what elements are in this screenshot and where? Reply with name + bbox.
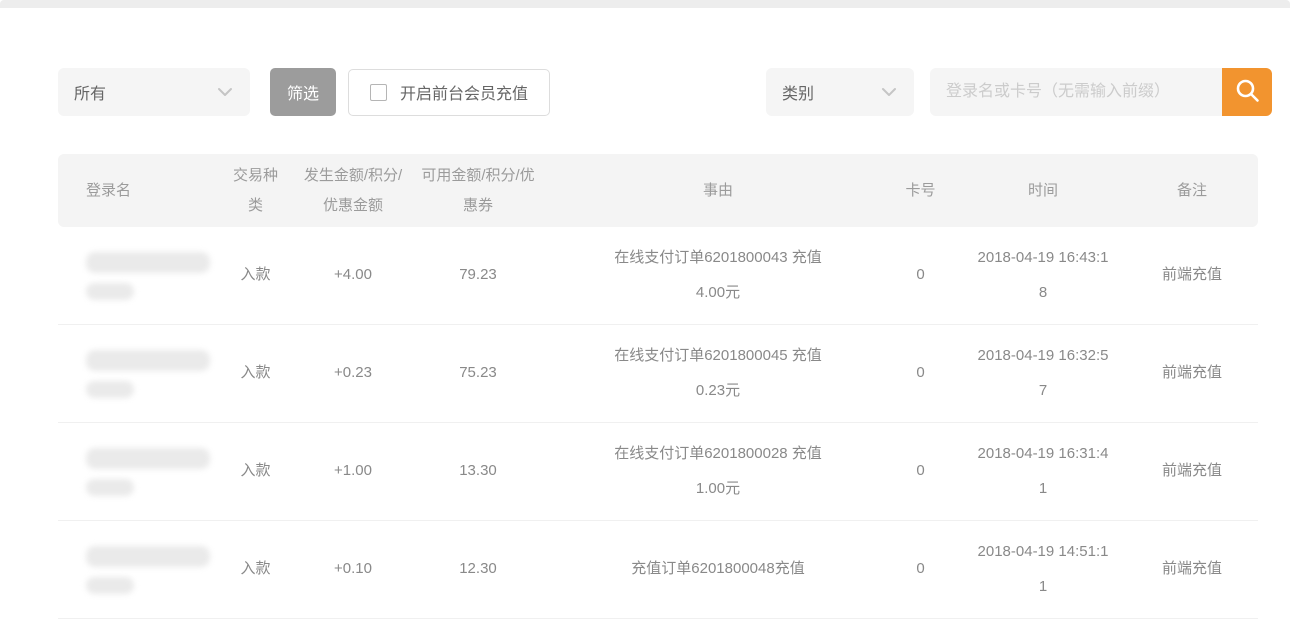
cell-avail: 13.30 bbox=[403, 454, 553, 489]
toolbar: 所有 筛选 开启前台会员充值 类别 bbox=[58, 68, 1272, 116]
cell-card: 0 bbox=[883, 258, 958, 293]
search-input[interactable] bbox=[930, 68, 1222, 116]
redacted-login-line2 bbox=[86, 577, 134, 594]
table-body: 入款+4.0079.23在线支付订单6201800043 充值4.00元0201… bbox=[58, 227, 1258, 619]
scope-select[interactable]: 所有 bbox=[58, 68, 250, 116]
cell-reason: 在线支付订单6201800028 充值1.00元 bbox=[553, 437, 883, 506]
redacted-login-line1 bbox=[86, 546, 210, 567]
front-recharge-label: 开启前台会员充值 bbox=[400, 80, 528, 104]
redacted-login-line2 bbox=[86, 283, 134, 300]
column-header-login: 登录名 bbox=[58, 176, 208, 206]
search-button[interactable] bbox=[1222, 68, 1272, 116]
cell-time: 2018-04-19 14:51:11 bbox=[958, 535, 1128, 604]
redacted-login-line2 bbox=[86, 381, 134, 398]
redacted-login-line1 bbox=[86, 252, 210, 273]
cell-reason: 在线支付订单6201800045 充值0.23元 bbox=[553, 339, 883, 408]
cell-reason: 充值订单6201800048充值 bbox=[553, 552, 883, 587]
cell-type: 入款 bbox=[208, 258, 303, 293]
filter-button[interactable]: 筛选 bbox=[270, 68, 336, 116]
cell-type: 入款 bbox=[208, 454, 303, 489]
top-strip bbox=[0, 0, 1290, 8]
table-row: 入款+0.2375.23在线支付订单6201800045 充值0.23元0201… bbox=[58, 325, 1258, 423]
cell-login bbox=[58, 448, 208, 496]
table-row: 入款+4.0079.23在线支付订单6201800043 充值4.00元0201… bbox=[58, 227, 1258, 325]
checkbox-icon[interactable] bbox=[370, 84, 387, 101]
cell-amount: +0.10 bbox=[303, 552, 403, 587]
table-header-row: 登录名交易种类发生金额/积分/优惠金额可用金额/积分/优惠券事由卡号时间备注 bbox=[58, 154, 1258, 227]
redacted-login-line1 bbox=[86, 350, 210, 371]
chevron-down-icon bbox=[216, 83, 234, 101]
cell-time: 2018-04-19 16:32:57 bbox=[958, 339, 1128, 408]
cell-time: 2018-04-19 16:31:41 bbox=[958, 437, 1128, 506]
category-select-value: 类别 bbox=[782, 80, 814, 104]
redacted-login-line2 bbox=[86, 479, 134, 496]
column-header-time: 时间 bbox=[958, 176, 1128, 206]
table-row: 入款+1.0013.30在线支付订单6201800028 充值1.00元0201… bbox=[58, 423, 1258, 521]
table-row: 入款+0.1012.30充值订单6201800048充值02018-04-19 … bbox=[58, 521, 1258, 619]
column-header-reason: 事由 bbox=[553, 176, 883, 206]
recharge-records-table: 登录名交易种类发生金额/积分/优惠金额可用金额/积分/优惠券事由卡号时间备注 入… bbox=[58, 154, 1258, 619]
cell-type: 入款 bbox=[208, 356, 303, 391]
column-header-type: 交易种类 bbox=[208, 161, 303, 221]
cell-amount: +0.23 bbox=[303, 356, 403, 391]
magnifier-icon bbox=[1234, 77, 1261, 107]
cell-card: 0 bbox=[883, 356, 958, 391]
redacted-login-line1 bbox=[86, 448, 210, 469]
cell-login bbox=[58, 350, 208, 398]
cell-amount: +4.00 bbox=[303, 258, 403, 293]
front-recharge-toggle[interactable]: 开启前台会员充值 bbox=[348, 69, 550, 116]
cell-amount: +1.00 bbox=[303, 454, 403, 489]
chevron-down-icon bbox=[880, 83, 898, 101]
column-header-avail: 可用金额/积分/优惠券 bbox=[403, 161, 553, 221]
cell-card: 0 bbox=[883, 552, 958, 587]
category-select[interactable]: 类别 bbox=[766, 68, 914, 116]
cell-type: 入款 bbox=[208, 552, 303, 587]
cell-time: 2018-04-19 16:43:18 bbox=[958, 241, 1128, 310]
cell-login bbox=[58, 546, 208, 594]
cell-login bbox=[58, 252, 208, 300]
scope-select-value: 所有 bbox=[74, 80, 106, 104]
cell-note: 前端充值 bbox=[1128, 454, 1256, 489]
cell-avail: 79.23 bbox=[403, 258, 553, 293]
cell-note: 前端充值 bbox=[1128, 258, 1256, 293]
cell-note: 前端充值 bbox=[1128, 552, 1256, 587]
cell-avail: 75.23 bbox=[403, 356, 553, 391]
toolbar-left-group: 所有 筛选 开启前台会员充值 bbox=[58, 68, 550, 116]
column-header-note: 备注 bbox=[1128, 176, 1256, 206]
cell-card: 0 bbox=[883, 454, 958, 489]
column-header-amount: 发生金额/积分/优惠金额 bbox=[303, 161, 403, 221]
cell-reason: 在线支付订单6201800043 充值4.00元 bbox=[553, 241, 883, 310]
search-group bbox=[930, 68, 1272, 116]
cell-avail: 12.30 bbox=[403, 552, 553, 587]
column-header-card: 卡号 bbox=[883, 176, 958, 206]
cell-note: 前端充值 bbox=[1128, 356, 1256, 391]
toolbar-right-group: 类别 bbox=[766, 68, 1272, 116]
